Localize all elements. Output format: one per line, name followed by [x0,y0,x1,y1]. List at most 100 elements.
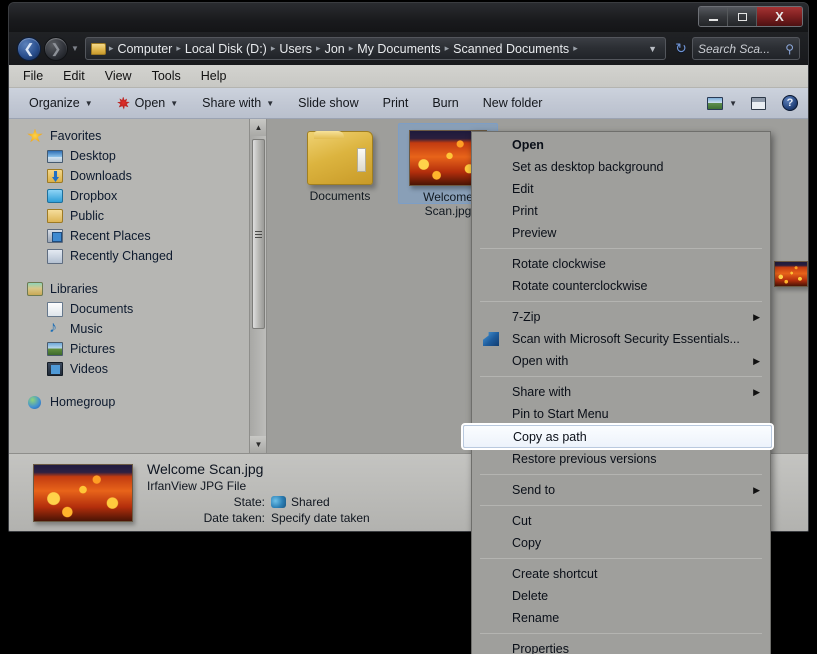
preview-pane-icon[interactable] [751,96,766,110]
context-menu-item-create-shortcut[interactable]: Create shortcut [472,563,770,585]
toolbar: Organize ▼ Open ▼ Share with ▼ Slide sho… [9,88,808,119]
sidebar-item-music[interactable]: Music [9,319,266,339]
public-folder-icon [47,209,63,223]
navigation-pane: Favorites Desktop Downloads Dropbox Publ… [9,119,267,453]
breadcrumb-item-local-disk[interactable]: Local Disk (D:) [182,42,270,56]
nav-group-homegroup[interactable]: Homegroup [9,392,266,412]
context-menu-item-edit[interactable]: Edit [472,178,770,200]
list-item[interactable]: Documents [290,125,390,203]
back-arrow-icon[interactable]: ❮ [17,36,41,61]
help-icon[interactable]: ? [782,95,798,111]
nav-group-label: Homegroup [50,395,116,409]
chevron-down-icon[interactable]: ▼ [729,99,737,108]
forward-arrow-icon[interactable]: ❯ [44,36,68,61]
context-menu-item-label: Restore previous versions [512,452,657,466]
nav-group-favorites[interactable]: Favorites [9,126,266,146]
menu-item-view[interactable]: View [105,69,132,83]
breadcrumb-item-jon[interactable]: Jon [322,42,348,56]
details-key: State: [233,494,265,509]
close-button[interactable]: X [757,7,802,26]
context-menu-item-set-as-desktop-background[interactable]: Set as desktop background [472,156,770,178]
context-menu-item-open-with[interactable]: Open with ▶ [472,350,770,372]
irfanview-icon [117,96,130,110]
breadcrumb-item-scanned-documents[interactable]: Scanned Documents [450,42,572,56]
scroll-down-button[interactable]: ▼ [250,436,266,453]
pictures-icon [47,342,63,356]
context-menu-item-copy[interactable]: Copy [472,532,770,554]
share-with-button[interactable]: Share with ▼ [202,96,274,110]
context-menu-item-label: Edit [512,182,534,196]
slide-show-button[interactable]: Slide show [298,96,358,110]
menu-item-help[interactable]: Help [201,69,227,83]
sidebar-item-recently-changed[interactable]: Recently Changed [9,246,266,266]
breadcrumb-dropdown-icon[interactable]: ▼ [644,44,663,54]
downloads-icon [47,169,63,183]
context-menu-item-label: Open [512,138,544,152]
sidebar-item-downloads[interactable]: Downloads [9,166,266,186]
view-layout-icon[interactable] [707,96,724,110]
context-menu-item-label: Print [512,204,538,218]
open-button[interactable]: Open ▼ [117,96,178,110]
nav-scrollbar[interactable]: ▲ ▼ [249,119,266,453]
context-menu-item-rotate-counterclockwise[interactable]: Rotate counterclockwise [472,275,770,297]
context-menu-item-preview[interactable]: Preview [472,222,770,244]
context-menu-item-label: Open with [512,354,569,368]
burn-button[interactable]: Burn [432,96,458,110]
context-menu-item-send-to[interactable]: Send to ▶ [472,479,770,501]
title-bar[interactable]: X [9,3,808,32]
print-button[interactable]: Print [383,96,409,110]
context-menu-separator [480,248,762,249]
sidebar-item-pictures[interactable]: Pictures [9,339,266,359]
context-menu-item-properties[interactable]: Properties [472,638,770,654]
menu-item-file[interactable]: File [23,69,43,83]
search-placeholder: Search Sca... [698,41,771,56]
breadcrumb-item-my-documents[interactable]: My Documents [354,42,443,56]
menu-item-tools[interactable]: Tools [152,69,181,83]
sidebar-item-label: Desktop [70,149,116,163]
scroll-up-button[interactable]: ▲ [250,119,266,136]
context-menu-item-copy-as-path-wrap: Copy as path [461,423,774,450]
sidebar-item-documents[interactable]: Documents [9,299,266,319]
context-menu-item-restore-previous-versions[interactable]: Restore previous versions [472,448,770,470]
context-menu-item-label: Copy as path [513,429,587,444]
scrollbar-thumb[interactable] [252,139,265,329]
details-value: Shared [291,494,330,509]
folder-icon [90,42,106,55]
breadcrumb[interactable]: ▸ Computer ▸ Local Disk (D:) ▸ Users ▸ J… [84,37,666,60]
sidebar-item-dropbox[interactable]: Dropbox [9,186,266,206]
context-menu-item-cut[interactable]: Cut [472,510,770,532]
context-menu-item-pin-to-start-menu[interactable]: Pin to Start Menu [472,403,770,425]
sidebar-item-desktop[interactable]: Desktop [9,146,266,166]
chevron-right-icon: ▶ [753,386,760,397]
nav-group-label: Favorites [50,129,102,143]
new-folder-button[interactable]: New folder [483,96,543,110]
menu-item-edit[interactable]: Edit [63,69,85,83]
sidebar-item-public[interactable]: Public [9,206,266,226]
maximize-button[interactable] [728,7,757,26]
context-menu-item-print[interactable]: Print [472,200,770,222]
share-with-label: Share with [202,96,262,110]
history-dropdown-icon[interactable]: ▼ [71,44,79,53]
sidebar-item-videos[interactable]: Videos [9,359,266,379]
search-input[interactable]: Search Sca... ⚲ [692,37,800,60]
breadcrumb-item-computer[interactable]: Computer [114,42,175,56]
context-menu-item-open[interactable]: Open [472,134,770,156]
context-menu-item-rename[interactable]: Rename [472,607,770,629]
details-row-state: State: Shared [147,494,447,510]
context-menu-item-delete[interactable]: Delete [472,585,770,607]
context-menu-item-copy-as-path[interactable]: Copy as path [461,423,774,450]
context-menu-item-share-with[interactable]: Share with ▶ [472,381,770,403]
breadcrumb-item-users[interactable]: Users [276,42,315,56]
documents-icon [47,301,63,317]
context-menu-item-scan-with-security-essentials[interactable]: Scan with Microsoft Security Essentials.… [472,328,770,350]
sidebar-item-recent-places[interactable]: Recent Places [9,226,266,246]
details-value[interactable]: Specify date taken [271,511,370,525]
minimize-button[interactable] [699,7,728,26]
organize-button[interactable]: Organize ▼ [29,96,93,110]
recently-changed-icon [47,248,63,264]
context-menu-item-7-zip[interactable]: 7-Zip ▶ [472,306,770,328]
refresh-icon[interactable]: ↻ [670,40,692,57]
context-menu-item-rotate-clockwise[interactable]: Rotate clockwise [472,253,770,275]
nav-group-libraries[interactable]: Libraries [9,279,266,299]
image-thumbnail[interactable] [774,261,808,287]
